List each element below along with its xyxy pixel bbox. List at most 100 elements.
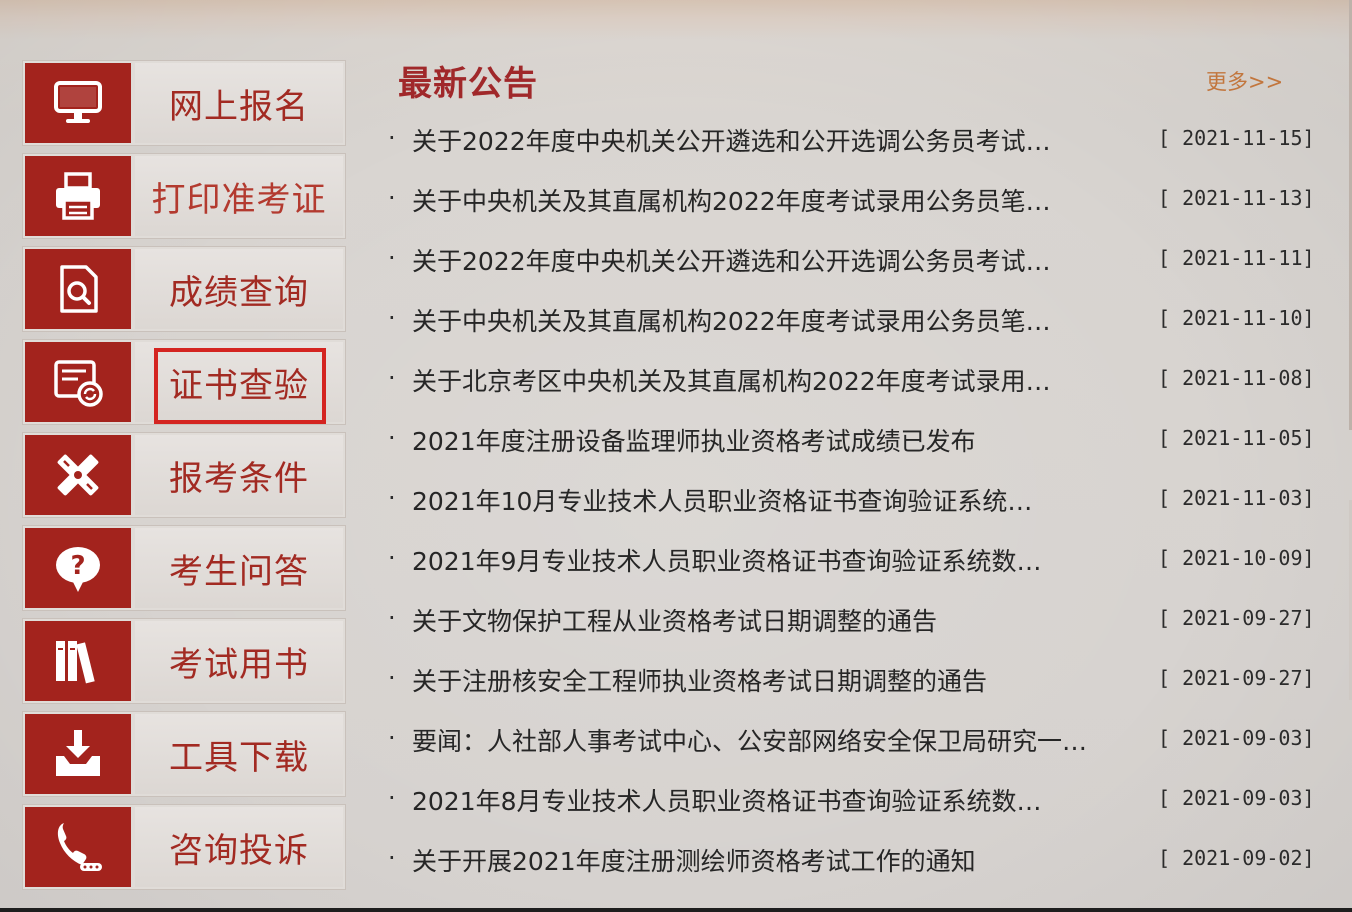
menu-item-label: 考生问答 bbox=[169, 551, 309, 592]
bullet-dot: · bbox=[388, 844, 396, 872]
bullet-dot: · bbox=[388, 124, 396, 152]
menu-item-exam-requirements[interactable]: 报考条件 bbox=[22, 432, 346, 518]
menu-item-exam-books[interactable]: 考试用书 bbox=[22, 618, 346, 704]
bullet-dot: · bbox=[388, 484, 396, 512]
news-item-date: [ 2021-09-03] bbox=[1158, 786, 1315, 810]
news-item-date: [ 2021-11-05] bbox=[1158, 426, 1315, 450]
news-item: · 关于开展2021年度注册测绘师资格考试工作的通知 [ 2021-09-02] bbox=[384, 830, 1324, 890]
menu-icon-box: ? bbox=[25, 528, 131, 608]
document-search-icon bbox=[60, 265, 98, 313]
news-item-date: [ 2021-11-08] bbox=[1158, 366, 1315, 390]
menu-item-label: 考试用书 bbox=[169, 644, 309, 685]
menu-item-certificate-verification[interactable]: 证书查验 bbox=[22, 339, 346, 425]
bullet-dot: · bbox=[388, 544, 396, 572]
news-item-date: [ 2021-09-27] bbox=[1158, 666, 1315, 690]
news-item: · 关于2022年度中央机关公开遴选和公开选调公务员考试… [ 2021-11-… bbox=[384, 230, 1324, 290]
news-item-date: [ 2021-11-13] bbox=[1158, 186, 1315, 210]
menu-label-box: 成绩查询 bbox=[135, 249, 343, 329]
news-item: · 关于中央机关及其直属机构2022年度考试录用公务员笔… [ 2021-11-… bbox=[384, 290, 1324, 350]
menu-icon-box bbox=[25, 156, 131, 236]
menu-item-score-query[interactable]: 成绩查询 bbox=[22, 246, 346, 332]
menu-item-label: 网上报名 bbox=[169, 86, 309, 127]
menu-item-label: 工具下载 bbox=[169, 737, 309, 778]
news-item-date: [ 2021-11-03] bbox=[1158, 486, 1315, 510]
news-item-link[interactable]: 2021年10月专业技术人员职业资格证书查询验证系统… bbox=[412, 482, 1140, 518]
news-item-link[interactable]: 2021年度注册设备监理师执业资格考试成绩已发布 bbox=[412, 422, 1140, 458]
news-item-date: [ 2021-11-11] bbox=[1158, 246, 1315, 270]
news-item: · 关于注册核安全工程师执业资格考试日期调整的通告 [ 2021-09-27] bbox=[384, 650, 1324, 710]
bottom-border bbox=[0, 908, 1352, 912]
menu-label-box: 网上报名 bbox=[135, 63, 343, 143]
news-item-link[interactable]: 2021年8月专业技术人员职业资格证书查询验证系统数… bbox=[412, 782, 1140, 818]
bullet-dot: · bbox=[388, 424, 396, 452]
certificate-verify-icon bbox=[54, 360, 103, 407]
bullet-dot: · bbox=[388, 184, 396, 212]
printer-icon bbox=[56, 172, 100, 220]
news-item: · 关于文物保护工程从业资格考试日期调整的通告 [ 2021-09-27] bbox=[384, 590, 1324, 650]
news-item-date: [ 2021-11-10] bbox=[1158, 306, 1315, 330]
menu-icon-box bbox=[25, 342, 131, 422]
menu-icon-box bbox=[25, 249, 131, 329]
bullet-dot: · bbox=[388, 304, 396, 332]
menu-item-tool-download[interactable]: 工具下载 bbox=[22, 711, 346, 797]
menu-icon-box bbox=[25, 807, 131, 887]
menu-label-box: 考试用书 bbox=[135, 621, 343, 701]
news-item-link[interactable]: 关于2022年度中央机关公开遴选和公开选调公务员考试… bbox=[412, 242, 1140, 278]
bullet-dot: · bbox=[388, 364, 396, 392]
question-bubble-icon: ? bbox=[56, 547, 100, 592]
menu-icon-box bbox=[25, 435, 131, 515]
menu-icon-box bbox=[25, 714, 131, 794]
download-tray-icon bbox=[56, 730, 100, 776]
menu-item-label: 咨询投诉 bbox=[169, 830, 309, 871]
bullet-dot: · bbox=[388, 604, 396, 632]
news-more-link[interactable]: 更多>> bbox=[1206, 66, 1283, 96]
menu-item-candidate-faq[interactable]: ? 考生问答 bbox=[22, 525, 346, 611]
news-item-link[interactable]: 关于北京考区中央机关及其直属机构2022年度考试录用… bbox=[412, 362, 1140, 398]
news-item-date: [ 2021-10-09] bbox=[1158, 546, 1315, 570]
menu-label-box: 工具下载 bbox=[135, 714, 343, 794]
news-item-link[interactable]: 关于中央机关及其直属机构2022年度考试录用公务员笔… bbox=[412, 302, 1140, 338]
monitor-icon bbox=[54, 81, 102, 123]
menu-label-box: 打印准考证 bbox=[135, 156, 343, 236]
news-item-link[interactable]: 关于2022年度中央机关公开遴选和公开选调公务员考试… bbox=[412, 122, 1140, 158]
pencil-ruler-icon bbox=[57, 454, 99, 496]
svg-text:?: ? bbox=[70, 551, 85, 581]
news-item-link[interactable]: 2021年9月专业技术人员职业资格证书查询验证系统数… bbox=[412, 542, 1140, 578]
menu-icon-box bbox=[25, 621, 131, 701]
news-item: · 2021年8月专业技术人员职业资格证书查询验证系统数… [ 2021-09-… bbox=[384, 770, 1324, 830]
news-item: · 2021年9月专业技术人员职业资格证书查询验证系统数… [ 2021-10-… bbox=[384, 530, 1324, 590]
menu-item-label: 成绩查询 bbox=[169, 272, 309, 313]
menu-item-consultation-complaints[interactable]: 咨询投诉 bbox=[22, 804, 346, 890]
news-item: · 要闻：人社部人事考试中心、公安部网络安全保卫局研究一… [ 2021-09-… bbox=[384, 710, 1324, 770]
menu-icon-box bbox=[25, 63, 131, 143]
news-item-link[interactable]: 关于开展2021年度注册测绘师资格考试工作的通知 bbox=[412, 842, 1140, 878]
menu-item-label: 打印准考证 bbox=[151, 179, 327, 220]
news-item: · 关于北京考区中央机关及其直属机构2022年度考试录用… [ 2021-11-… bbox=[384, 350, 1324, 410]
news-item: · 2021年10月专业技术人员职业资格证书查询验证系统… [ 2021-11-… bbox=[384, 470, 1324, 530]
news-item-link[interactable]: 关于中央机关及其直属机构2022年度考试录用公务员笔… bbox=[412, 182, 1140, 218]
news-item: · 关于中央机关及其直属机构2022年度考试录用公务员笔… [ 2021-11-… bbox=[384, 170, 1324, 230]
books-icon bbox=[56, 641, 95, 684]
bullet-dot: · bbox=[388, 784, 396, 812]
bullet-dot: · bbox=[388, 724, 396, 752]
menu-item-print-admission-ticket[interactable]: 打印准考证 bbox=[22, 153, 346, 239]
bullet-dot: · bbox=[388, 244, 396, 272]
news-item-link[interactable]: 关于注册核安全工程师执业资格考试日期调整的通告 bbox=[412, 662, 1140, 698]
menu-item-label: 证书查验 bbox=[169, 365, 309, 406]
menu-item-label: 报考条件 bbox=[169, 458, 309, 499]
news-section-title: 最新公告 bbox=[398, 64, 538, 104]
menu-item-online-registration[interactable]: 网上报名 bbox=[22, 60, 346, 146]
news-item: · 关于2022年度中央机关公开遴选和公开选调公务员考试… [ 2021-11-… bbox=[384, 110, 1324, 170]
menu-label-box: 咨询投诉 bbox=[135, 807, 343, 887]
news-item-date: [ 2021-09-03] bbox=[1158, 726, 1315, 750]
news-item-date: [ 2021-11-15] bbox=[1158, 126, 1315, 150]
news-item-link[interactable]: 要闻：人社部人事考试中心、公安部网络安全保卫局研究一… bbox=[412, 722, 1140, 758]
news-item-link[interactable]: 关于文物保护工程从业资格考试日期调整的通告 bbox=[412, 602, 1140, 638]
telephone-icon bbox=[57, 823, 102, 871]
bullet-dot: · bbox=[388, 664, 396, 692]
news-item-date: [ 2021-09-02] bbox=[1158, 846, 1315, 870]
menu-label-box: 考生问答 bbox=[135, 528, 343, 608]
menu-label-box: 报考条件 bbox=[135, 435, 343, 515]
news-item-date: [ 2021-09-27] bbox=[1158, 606, 1315, 630]
news-item: · 2021年度注册设备监理师执业资格考试成绩已发布 [ 2021-11-05] bbox=[384, 410, 1324, 470]
